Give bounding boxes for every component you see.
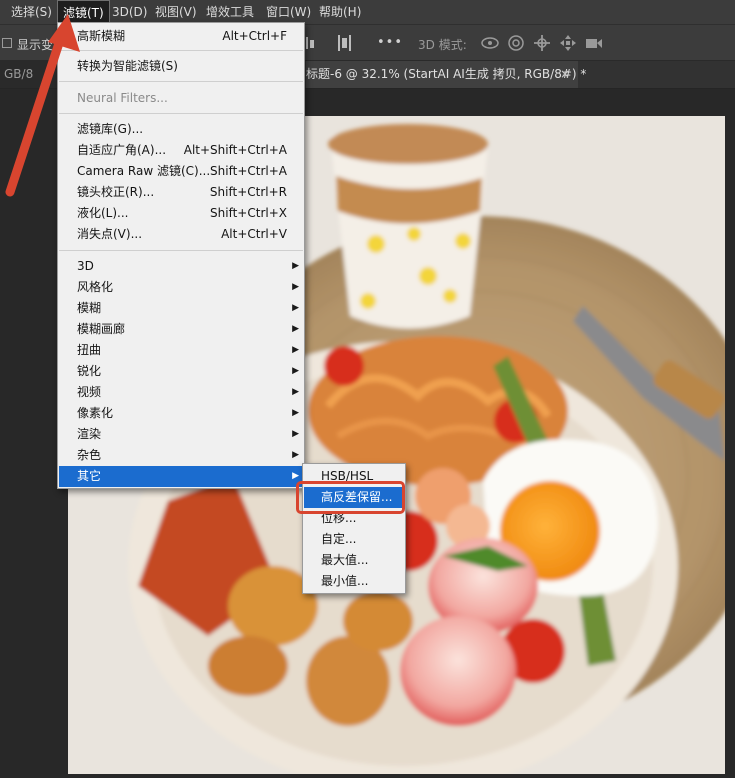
menu-item-shortcut: Shift+Ctrl+A [210,164,287,178]
tab-active-label: 标题-6 @ 32.1% (StartAI AI生成 拷贝, RGB/8#) * [306,67,587,81]
submenu-arrow-icon: ▶ [292,429,299,439]
submenu-arrow-icon: ▶ [292,387,299,397]
menu-item-label: 渲染 [77,427,102,441]
more-options-icon[interactable]: ••• [377,35,403,50]
menu-item-label: 像素化 [77,406,114,420]
menu-item-liquify[interactable]: 液化(L)... Shift+Ctrl+X [59,203,303,224]
submenu-item-maximum[interactable]: 最大值... [304,550,404,571]
menu-item-blur-gallery[interactable]: 模糊画廊 ▶ [59,319,303,340]
annotation-highlight-box [296,481,405,514]
menu-item-sharpen[interactable]: 锐化 ▶ [59,361,303,382]
menu-item-shortcut: Alt+Ctrl+F [222,29,287,43]
submenu-arrow-icon: ▶ [292,450,299,460]
menu-item-video[interactable]: 视频 ▶ [59,382,303,403]
align-icons[interactable] [300,33,360,53]
menu-item-pixelate[interactable]: 像素化 ▶ [59,403,303,424]
menu-item-label: 风格化 [77,280,114,294]
tab-close-icon[interactable]: × [560,61,570,88]
submenu-item-custom[interactable]: 自定... [304,529,404,550]
menu-item-shortcut: Alt+Ctrl+V [221,227,287,241]
menu-3d[interactable]: 3D(D) [107,0,152,24]
3d-mode-label: 3D 模式: [418,38,467,52]
submenu-arrow-icon: ▶ [292,345,299,355]
menu-item-blur[interactable]: 模糊 ▶ [59,298,303,319]
3d-camera-icon[interactable] [584,34,604,52]
menu-item-other[interactable]: 其它 ▶ [59,466,303,487]
menu-item-render[interactable]: 渲染 ▶ [59,424,303,445]
menu-help[interactable]: 帮助(H) [314,0,366,24]
menu-item-label: 模糊 [77,301,102,315]
3d-orbit-icon[interactable] [480,34,500,52]
submenu-arrow-icon: ▶ [292,303,299,313]
submenu-arrow-icon: ▶ [292,261,299,271]
menu-item-vanishing-point[interactable]: 消失点(V)... Alt+Ctrl+V [59,224,303,245]
menu-item-stylize[interactable]: 风格化 ▶ [59,277,303,298]
menu-plugins[interactable]: 增效工具 [201,0,259,24]
menu-item-label: 杂色 [77,448,102,462]
menu-item-3d[interactable]: 3D ▶ [59,256,303,277]
3d-slide-icon[interactable] [558,33,578,53]
submenu-arrow-icon: ▶ [292,282,299,292]
3d-pan-icon[interactable] [532,33,552,53]
menu-item-label: 3D [77,259,94,273]
submenu-arrow-icon: ▶ [292,366,299,376]
menu-bar: 选择(S) 滤镜(T) 3D(D) 视图(V) 增效工具 窗口(W) 帮助(H) [0,0,735,24]
menu-item-label: 扭曲 [77,343,102,357]
tab-active-document[interactable]: 标题-6 @ 32.1% (StartAI AI生成 拷贝, RGB/8#) *… [306,61,586,88]
menu-item-label: 视频 [77,385,102,399]
menu-view[interactable]: 视图(V) [150,0,202,24]
menu-item-noise[interactable]: 杂色 ▶ [59,445,303,466]
menu-window[interactable]: 窗口(W) [261,0,316,24]
menu-item-shortcut: Shift+Ctrl+X [210,206,287,220]
menu-item-label: 锐化 [77,364,102,378]
menu-item-label: 其它 [77,469,102,483]
red-pointer-arrow-icon [5,14,80,197]
menu-item-label: 消失点(V)... [77,227,143,241]
submenu-arrow-icon: ▶ [292,324,299,334]
menu-item-shortcut: Alt+Shift+Ctrl+A [183,143,287,157]
menu-item-label: 模糊画廊 [77,322,126,336]
menu-item-shortcut: Shift+Ctrl+R [209,185,287,199]
menu-item-distort[interactable]: 扭曲 ▶ [59,340,303,361]
menu-separator [59,250,303,251]
3d-roll-icon[interactable] [506,33,526,53]
submenu-arrow-icon: ▶ [292,408,299,418]
submenu-item-minimum[interactable]: 最小值... [304,571,404,592]
menu-item-label: 液化(L)... [77,206,129,220]
